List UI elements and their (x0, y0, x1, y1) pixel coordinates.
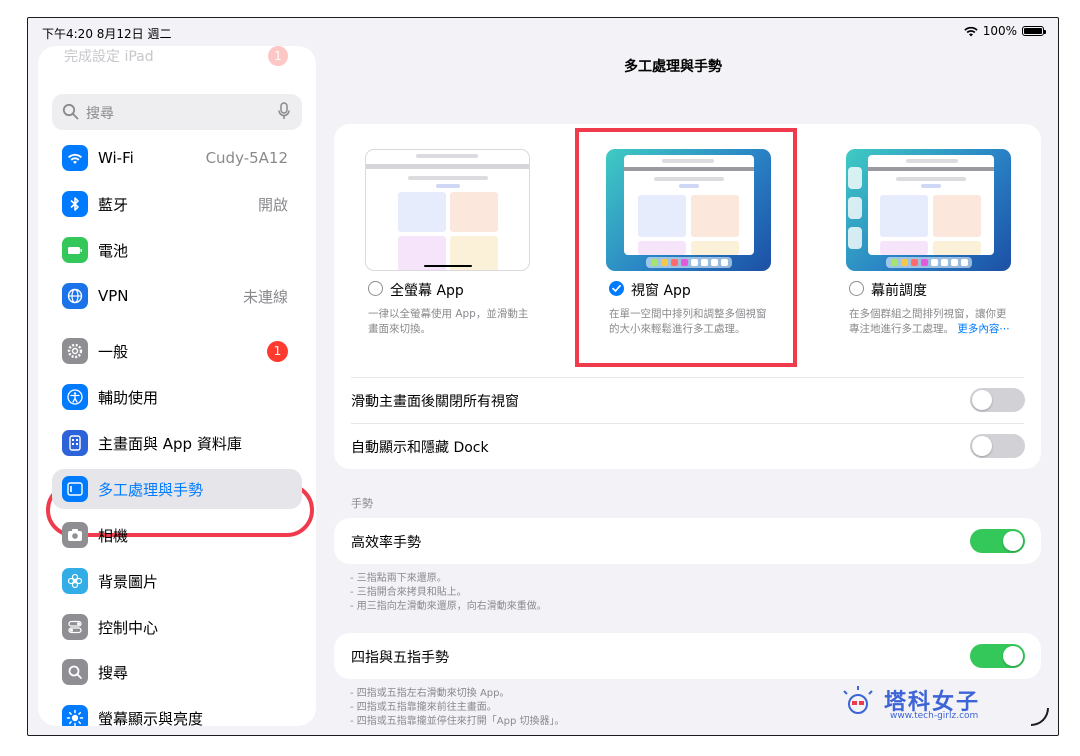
sidebar-item-label: 搜尋 (98, 663, 129, 682)
mode-name: 全螢幕 App (390, 283, 464, 299)
mode-name: 幕前調度 (871, 283, 927, 299)
note-line: - 三指開合來拷貝和貼上。 (350, 587, 467, 598)
four-five-finger-toggle[interactable] (970, 644, 1025, 668)
mode-description: 一律以全螢幕使用 App，並滑動主畫面來切換。 (368, 308, 529, 335)
globe-icon (62, 283, 88, 309)
toggles-icon (62, 614, 88, 640)
sidebar-item-label: 螢幕顯示與亮度 (98, 709, 204, 727)
watermark-logo-icon (843, 686, 873, 714)
fullscreen-preview (365, 149, 530, 271)
search-icon (62, 659, 88, 685)
toggle-row-four-five-finger: 四指與五指手勢 (334, 633, 1041, 679)
four-five-finger-notes: - 四指或五指左右滑動來切換 App。 - 四指或五指靠攏來前往主畫面。 - 四… (350, 687, 565, 729)
sidebar-item-label: 藍牙 (98, 195, 129, 214)
microphone-icon[interactable] (278, 102, 290, 121)
sidebar-item[interactable]: 電池 (52, 230, 302, 270)
sidebar-item[interactable]: 螢幕顯示與亮度 (52, 698, 302, 726)
more-link[interactable]: 更多內容⋯ (957, 323, 1010, 335)
flower-icon (62, 568, 88, 594)
toggle-label: 滑動主畫面後關閉所有視窗 (351, 394, 519, 410)
note-line: - 四指或五指靠攏來前往主畫面。 (350, 702, 497, 713)
setup-badge: 1 (268, 46, 288, 66)
toggle-label: 自動顯示和隱藏 Dock (351, 440, 489, 456)
accessibility-icon (62, 384, 88, 410)
ipad-screen: 下午4:20 8月12日 週二 100% 完成設定 iPad 1 搜尋 Wi-F… (27, 17, 1059, 736)
stage-manager-radio[interactable] (849, 281, 864, 296)
sidebar-item-label: 多工處理與手勢 (98, 480, 204, 499)
sidebar-item-label: Wi-Fi (98, 149, 134, 167)
sidebar-item-label: 輔助使用 (98, 388, 159, 407)
sidebar-item-value: Cudy-5A12 (205, 149, 288, 167)
auto-hide-dock-toggle[interactable] (970, 434, 1025, 458)
sidebar-item-label: 控制中心 (98, 618, 159, 637)
sidebar-item[interactable]: 相機 (52, 515, 302, 555)
toggle-label: 四指與五指手勢 (351, 650, 449, 666)
dock-preview (886, 257, 972, 268)
sidebar-item-value: 開啟 (257, 195, 288, 214)
battery-status-icon (1022, 26, 1046, 36)
sidebar-item-label: 主畫面與 App 資料庫 (98, 434, 242, 453)
status-right: 100% (963, 24, 1046, 38)
close-windows-toggle[interactable] (970, 388, 1025, 412)
efficient-gestures-card: 高效率手勢 (334, 518, 1041, 564)
page-title: 多工處理與手勢 (624, 59, 722, 75)
gestures-section-header: 手勢 (351, 497, 373, 510)
mode-description: 在多個群組之間排列視窗，讓你更專注地進行多工處理。 更多內容⋯ (849, 307, 1014, 337)
fullscreen-radio[interactable] (368, 281, 383, 296)
toggle-row-auto-dock: 自動顯示和隱藏 Dock (334, 423, 1041, 469)
sidebar-item-value: 未連線 (242, 287, 288, 306)
wifi-status-icon (963, 26, 978, 36)
search-placeholder: 搜尋 (86, 106, 114, 122)
gear-icon (62, 338, 88, 364)
note-line: - 四指或五指左右滑動來切換 App。 (350, 688, 510, 699)
notification-badge: 1 (267, 340, 288, 362)
multitasking-mode-card: 全螢幕 App 一律以全螢幕使用 App，並滑動主畫面來切換。 視窗 App 在… (334, 124, 1041, 469)
sidebar-item-label: 電池 (98, 241, 129, 260)
efficient-gestures-notes: - 三指點兩下來還原。 - 三指開合來拷貝和貼上。 - 用三指向左滑動來還原，向… (350, 572, 547, 614)
sidebar-item[interactable]: VPN 未連線 (52, 276, 302, 316)
settings-sidebar: 完成設定 iPad 1 搜尋 Wi-Fi Cudy-5A12 藍牙 開啟電池 VPN 未連… (38, 46, 316, 726)
wifi-icon (62, 145, 88, 171)
note-line: - 三指點兩下來還原。 (350, 573, 447, 584)
toggle-row-efficient-gestures: 高效率手勢 (334, 518, 1041, 564)
sidebar-item-label: VPN (98, 287, 129, 305)
bluetooth-icon (62, 191, 88, 217)
efficient-gestures-toggle[interactable] (970, 529, 1025, 553)
sidebar-item[interactable]: 藍牙 開啟 (52, 184, 302, 224)
multitasking-icon (62, 476, 88, 502)
note-line: - 用三指向左滑動來還原，向右滑動來重做。 (350, 601, 547, 612)
sun-icon (62, 705, 88, 726)
sidebar-item[interactable]: 搜尋 (52, 652, 302, 692)
sidebar-item[interactable]: 主畫面與 App 資料庫 (52, 423, 302, 463)
camera-icon (62, 522, 88, 548)
toggle-label: 高效率手勢 (351, 535, 421, 551)
watermark: 塔科女子 www.tech-girlz.com (838, 684, 1008, 724)
stage-manager-preview (846, 149, 1011, 271)
sidebar-item-label: 一般 (98, 342, 129, 361)
sidebar-item-label: 背景圖片 (98, 572, 159, 591)
home-screen-icon (62, 430, 88, 456)
note-line: - 四指或五指靠攏並停住來打開「App 切換器」。 (350, 716, 565, 727)
sidebar-item[interactable]: Wi-Fi Cudy-5A12 (52, 138, 302, 178)
status-time-date: 下午4:20 8月12日 週二 (42, 27, 172, 41)
sidebar-item[interactable]: 輔助使用 (52, 377, 302, 417)
battery-icon (62, 237, 88, 263)
highlight-box (575, 128, 797, 367)
corner-mark (1031, 708, 1049, 726)
finish-setup-link[interactable]: 完成設定 iPad (64, 46, 154, 66)
sidebar-item[interactable]: 背景圖片 (52, 561, 302, 601)
search-icon (62, 103, 79, 120)
toggle-row-close-windows: 滑動主畫面後關閉所有視窗 (334, 377, 1041, 423)
four-five-finger-card: 四指與五指手勢 (334, 633, 1041, 679)
sidebar-item[interactable]: 一般 1 (52, 331, 302, 371)
sidebar-item-label: 相機 (98, 526, 129, 545)
sidebar-item[interactable]: 多工處理與手勢 (52, 469, 302, 509)
sidebar-item[interactable]: 控制中心 (52, 607, 302, 647)
status-bar: 下午4:20 8月12日 週二 100% (28, 18, 1058, 46)
battery-percent: 100% (982, 24, 1017, 38)
search-field[interactable]: 搜尋 (52, 94, 302, 130)
watermark-url: www.tech-girlz.com (890, 711, 979, 721)
